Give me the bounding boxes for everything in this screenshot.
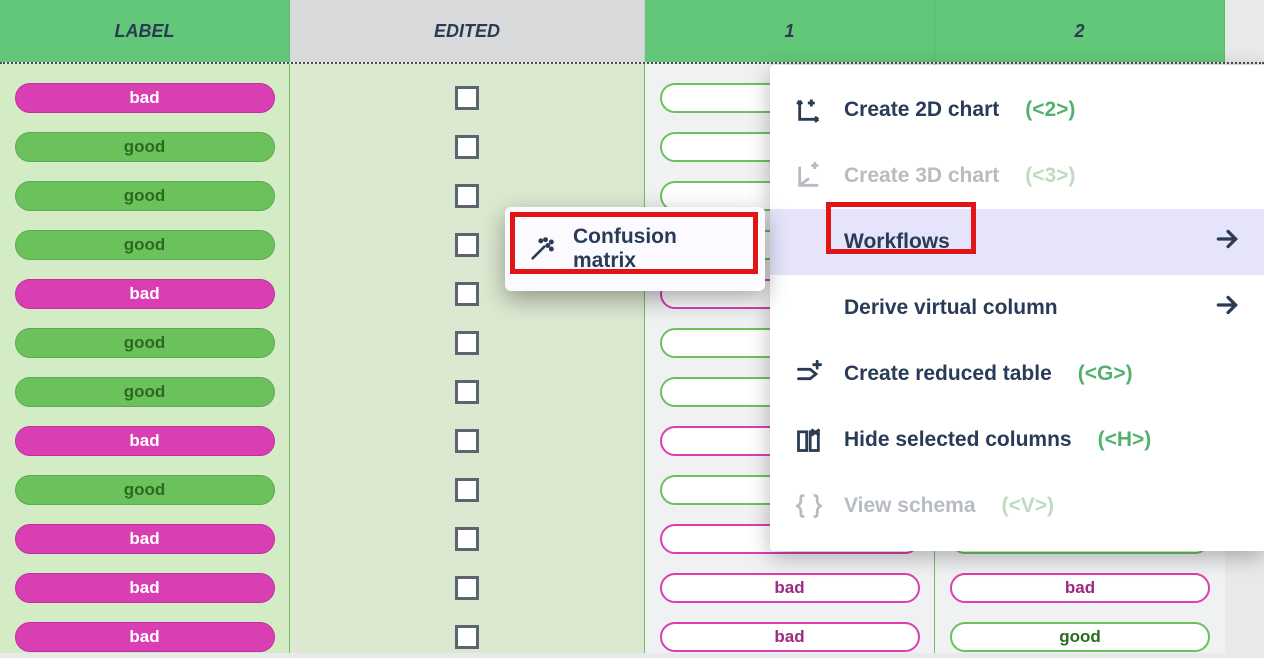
menu-shortcut: (<2>) <box>1025 98 1075 122</box>
label-pill[interactable]: good <box>15 132 275 162</box>
menu-label: Workflows <box>844 230 950 254</box>
edited-checkbox[interactable] <box>455 478 479 502</box>
label-pill[interactable]: good <box>15 230 275 260</box>
label-pill[interactable]: good <box>15 181 275 211</box>
reduce-icon <box>794 359 824 389</box>
column-header-text: 1 <box>784 21 794 42</box>
pred-pill[interactable]: bad <box>660 622 920 652</box>
hide-columns-icon <box>794 425 824 455</box>
menu-item-view-schema: View schema (<V>) <box>770 473 1264 539</box>
label-pill[interactable]: bad <box>15 524 275 554</box>
table-header-row: LABEL EDITED 1 2 <box>0 0 1264 62</box>
pred-pill[interactable]: good <box>950 622 1210 652</box>
pred-pill[interactable]: bad <box>950 573 1210 603</box>
menu-item-create-2d-chart[interactable]: Create 2D chart (<2>) <box>770 77 1264 143</box>
menu-label: Hide selected columns <box>844 428 1072 452</box>
edited-checkbox[interactable] <box>455 625 479 649</box>
menu-item-derive-virtual-column[interactable]: Derive virtual column <box>770 275 1264 341</box>
column-header-1[interactable]: 1 <box>645 0 935 62</box>
menu-item-create-reduced-table[interactable]: Create reduced table (<G>) <box>770 341 1264 407</box>
magic-wand-icon <box>527 234 557 264</box>
context-menu: Create 2D chart (<2>) Create 3D chart (<… <box>770 65 1264 551</box>
chart-3d-icon <box>794 161 824 191</box>
edited-checkbox[interactable] <box>455 380 479 404</box>
column-header-text: 2 <box>1074 21 1084 42</box>
schema-icon <box>794 491 824 521</box>
edited-checkbox[interactable] <box>455 527 479 551</box>
menu-label: Create 3D chart <box>844 164 999 188</box>
menu-label: Create reduced table <box>844 362 1052 386</box>
label-pill[interactable]: bad <box>15 426 275 456</box>
edited-checkbox[interactable] <box>455 86 479 110</box>
edited-checkbox[interactable] <box>455 233 479 257</box>
menu-label: Create 2D chart <box>844 98 999 122</box>
chevron-right-icon <box>1214 292 1240 324</box>
menu-label: Derive virtual column <box>844 296 1058 320</box>
edited-checkbox[interactable] <box>455 429 479 453</box>
menu-item-hide-selected-columns[interactable]: Hide selected columns (<H>) <box>770 407 1264 473</box>
menu-shortcut: (<3>) <box>1025 164 1075 188</box>
column-header-text: EDITED <box>434 21 500 42</box>
menu-shortcut: (<G>) <box>1078 362 1133 386</box>
menu-item-workflows[interactable]: Workflows <box>770 209 1264 275</box>
column-label: bad good good good bad good good bad goo… <box>0 64 290 653</box>
column-edited <box>290 64 645 653</box>
menu-label: View schema <box>844 494 976 518</box>
label-pill[interactable]: bad <box>15 279 275 309</box>
label-pill[interactable]: bad <box>15 83 275 113</box>
label-pill[interactable]: good <box>15 377 275 407</box>
menu-item-create-3d-chart: Create 3D chart (<3>) <box>770 143 1264 209</box>
column-header-text: LABEL <box>115 21 175 42</box>
edited-checkbox[interactable] <box>455 331 479 355</box>
label-pill[interactable]: good <box>15 328 275 358</box>
column-header-edited[interactable]: EDITED <box>290 0 645 62</box>
edited-checkbox[interactable] <box>455 184 479 208</box>
edited-checkbox[interactable] <box>455 282 479 306</box>
label-pill[interactable]: bad <box>15 573 275 603</box>
submenu-label: Confusion matrix <box>573 225 743 273</box>
label-pill[interactable]: bad <box>15 622 275 652</box>
menu-shortcut: (<H>) <box>1098 428 1152 452</box>
chart-2d-icon <box>794 95 824 125</box>
column-header-label[interactable]: LABEL <box>0 0 290 62</box>
edited-checkbox[interactable] <box>455 576 479 600</box>
workflows-submenu[interactable]: Confusion matrix <box>505 207 765 291</box>
chevron-right-icon <box>1214 226 1240 258</box>
label-pill[interactable]: good <box>15 475 275 505</box>
column-header-2[interactable]: 2 <box>935 0 1225 62</box>
menu-shortcut: (<V>) <box>1002 494 1055 518</box>
edited-checkbox[interactable] <box>455 135 479 159</box>
pred-pill[interactable]: bad <box>660 573 920 603</box>
